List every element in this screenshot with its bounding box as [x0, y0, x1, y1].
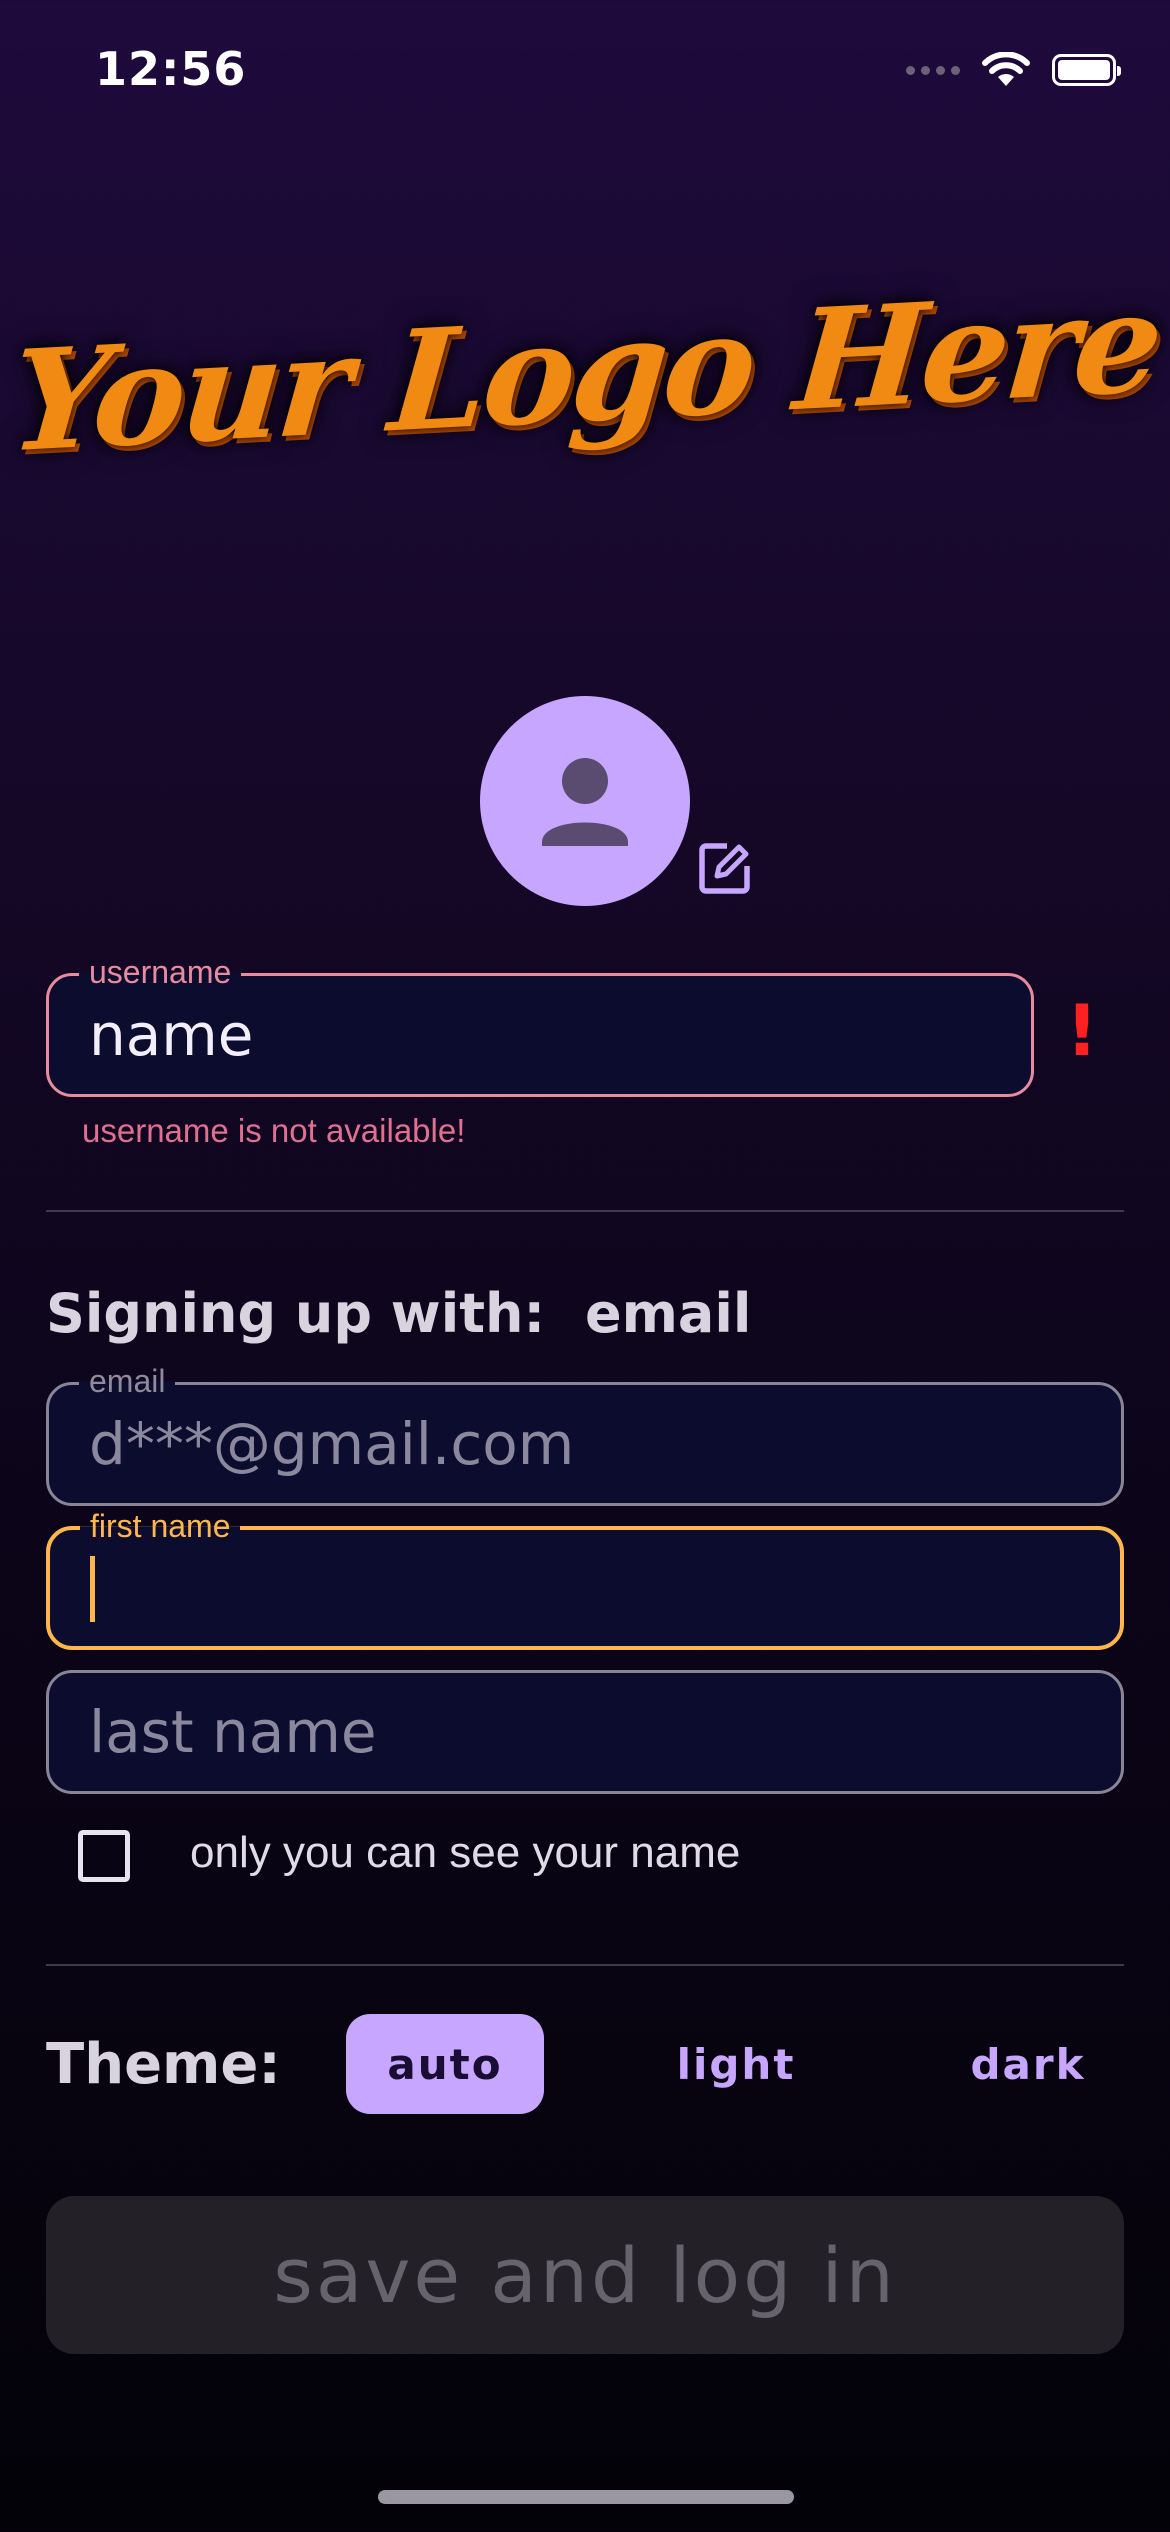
status-time: 12:56: [95, 42, 247, 96]
divider: [46, 1210, 1124, 1212]
name-privacy-label[interactable]: only you can see your name: [190, 1828, 740, 1878]
wifi-icon: [982, 52, 1030, 86]
first-name-field[interactable]: first name: [46, 1508, 1124, 1650]
first-name-label: first name: [80, 1508, 241, 1544]
error-icon: !: [1066, 990, 1098, 1072]
theme-dark-button[interactable]: dark: [928, 2014, 1128, 2114]
person-icon: [542, 758, 628, 846]
app-logo: Your Logo Here: [4, 259, 1166, 484]
home-indicator[interactable]: [378, 2490, 794, 2504]
signup-method-label: Signing up with:: [46, 1282, 546, 1345]
name-privacy-checkbox[interactable]: [78, 1830, 130, 1882]
email-value: d***@gmail.com: [89, 1410, 575, 1478]
email-field[interactable]: email d***@gmail.com: [46, 1363, 1124, 1506]
username-error-message: username is not available!: [82, 1112, 466, 1149]
last-name-field[interactable]: last name: [46, 1670, 1124, 1794]
last-name-placeholder: last name: [89, 1698, 377, 1766]
battery-icon: [1052, 54, 1121, 86]
save-and-login-button[interactable]: save and log in: [46, 2196, 1124, 2354]
theme-light-button[interactable]: light: [636, 2014, 836, 2114]
text-cursor: [90, 1556, 95, 1622]
signup-method-value: email: [585, 1282, 752, 1345]
username-field[interactable]: username name: [46, 954, 1034, 1097]
theme-auto-button[interactable]: auto: [346, 2014, 544, 2114]
divider: [46, 1964, 1124, 1966]
theme-label: Theme:: [46, 2032, 281, 2097]
username-value: name: [89, 1001, 254, 1069]
cellular-signal-icon: [906, 65, 960, 75]
status-icons: [906, 52, 1121, 88]
avatar[interactable]: [480, 696, 690, 906]
edit-icon[interactable]: [697, 840, 753, 896]
